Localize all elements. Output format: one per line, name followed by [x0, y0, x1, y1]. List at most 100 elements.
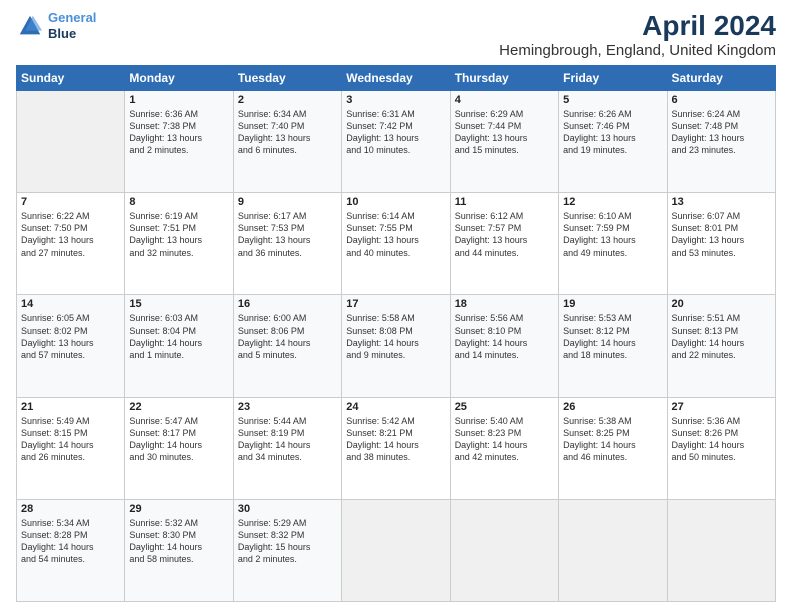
day-header-saturday: Saturday: [667, 66, 775, 91]
day-number: 14: [21, 298, 120, 310]
day-number: 10: [346, 196, 445, 208]
calendar-cell: 8 Sunrise: 6:19 AM Sunset: 7:51 PM Daylig…: [125, 193, 233, 295]
day-number: 20: [672, 298, 771, 310]
calendar-cell: 21 Sunrise: 5:49 AM Sunset: 8:15 PM Dayli…: [17, 397, 125, 499]
calendar-cell: 5 Sunrise: 6:26 AM Sunset: 7:46 PM Daylig…: [559, 91, 667, 193]
calendar-cell: 23 Sunrise: 5:44 AM Sunset: 8:19 PM Dayli…: [233, 397, 341, 499]
calendar-cell: 25Sunrise: 5:40 AM Sunset: 8:23 PM Dayli…: [450, 397, 558, 499]
calendar-cell: 12 Sunrise: 6:10 AM Sunset: 7:59 PM Dayli…: [559, 193, 667, 295]
day-number: 16: [238, 298, 337, 310]
calendar-cell: 19 Sunrise: 5:53 AM Sunset: 8:12 PM Dayli…: [559, 295, 667, 397]
cell-content: Sunrise: 6:12 AM Sunset: 7:57 PM Dayligh…: [455, 210, 554, 259]
day-number: 26: [563, 401, 662, 413]
day-number: 19: [563, 298, 662, 310]
cell-content: Sunrise: 5:40 AM Sunset: 8:23 PM Dayligh…: [455, 415, 554, 464]
day-header-wednesday: Wednesday: [342, 66, 450, 91]
calendar-cell: 28Sunrise: 5:34 AM Sunset: 8:28 PM Dayli…: [17, 499, 125, 601]
week-row-1: 1 Sunrise: 6:36 AM Sunset: 7:38 PM Daylig…: [17, 91, 776, 193]
calendar-cell: 4 Sunrise: 6:29 AM Sunset: 7:44 PM Daylig…: [450, 91, 558, 193]
calendar-cell: 15 Sunrise: 6:03 AM Sunset: 8:04 PM Dayli…: [125, 295, 233, 397]
day-number: 30: [238, 503, 337, 515]
day-number: 27: [672, 401, 771, 413]
cell-content: Sunrise: 5:32 AM Sunset: 8:30 PM Dayligh…: [129, 517, 228, 566]
day-number: 22: [129, 401, 228, 413]
main-title: April 2024: [499, 10, 776, 42]
day-number: 1: [129, 94, 228, 106]
header: General Blue April 2024 Hemingbrough, En…: [16, 10, 776, 59]
day-header-tuesday: Tuesday: [233, 66, 341, 91]
day-number: 7: [21, 196, 120, 208]
cell-content: Sunrise: 5:51 AM Sunset: 8:13 PM Dayligh…: [672, 312, 771, 361]
cell-content: Sunrise: 5:47 AM Sunset: 8:17 PM Dayligh…: [129, 415, 228, 464]
cell-content: Sunrise: 6:10 AM Sunset: 7:59 PM Dayligh…: [563, 210, 662, 259]
day-number: 23: [238, 401, 337, 413]
cell-content: Sunrise: 5:44 AM Sunset: 8:19 PM Dayligh…: [238, 415, 337, 464]
day-number: 3: [346, 94, 445, 106]
calendar-cell: 30 Sunrise: 5:29 AM Sunset: 8:32 PM Dayli…: [233, 499, 341, 601]
cell-content: Sunrise: 5:38 AM Sunset: 8:25 PM Dayligh…: [563, 415, 662, 464]
week-row-3: 14 Sunrise: 6:05 AM Sunset: 8:02 PM Dayli…: [17, 295, 776, 397]
cell-content: Sunrise: 6:24 AM Sunset: 7:48 PM Dayligh…: [672, 108, 771, 157]
cell-content: Sunrise: 5:36 AM Sunset: 8:26 PM Dayligh…: [672, 415, 771, 464]
day-number: 8: [129, 196, 228, 208]
subtitle: Hemingbrough, England, United Kingdom: [499, 42, 776, 59]
day-number: 9: [238, 196, 337, 208]
week-row-5: 28Sunrise: 5:34 AM Sunset: 8:28 PM Dayli…: [17, 499, 776, 601]
calendar-cell: 29 Sunrise: 5:32 AM Sunset: 8:30 PM Dayli…: [125, 499, 233, 601]
calendar-cell: 1 Sunrise: 6:36 AM Sunset: 7:38 PM Daylig…: [125, 91, 233, 193]
cell-content: Sunrise: 6:22 AM Sunset: 7:50 PM Dayligh…: [21, 210, 120, 259]
calendar-cell: [450, 499, 558, 601]
calendar-cell: [667, 499, 775, 601]
calendar-table: SundayMondayTuesdayWednesdayThursdayFrid…: [16, 65, 776, 602]
calendar-cell: 26 Sunrise: 5:38 AM Sunset: 8:25 PM Dayli…: [559, 397, 667, 499]
day-number: 4: [455, 94, 554, 106]
cell-content: Sunrise: 6:26 AM Sunset: 7:46 PM Dayligh…: [563, 108, 662, 157]
week-row-4: 21 Sunrise: 5:49 AM Sunset: 8:15 PM Dayli…: [17, 397, 776, 499]
calendar-cell: 17 Sunrise: 5:58 AM Sunset: 8:08 PM Dayli…: [342, 295, 450, 397]
day-header-monday: Monday: [125, 66, 233, 91]
title-block: April 2024 Hemingbrough, England, United…: [499, 10, 776, 59]
day-number: 15: [129, 298, 228, 310]
day-number: 13: [672, 196, 771, 208]
calendar-cell: 3 Sunrise: 6:31 AM Sunset: 7:42 PM Daylig…: [342, 91, 450, 193]
day-number: 18: [455, 298, 554, 310]
cell-content: Sunrise: 6:19 AM Sunset: 7:51 PM Dayligh…: [129, 210, 228, 259]
day-number: 12: [563, 196, 662, 208]
cell-content: Sunrise: 6:17 AM Sunset: 7:53 PM Dayligh…: [238, 210, 337, 259]
day-number: 28: [21, 503, 120, 515]
day-number: 24: [346, 401, 445, 413]
day-number: 21: [21, 401, 120, 413]
cell-content: Sunrise: 6:34 AM Sunset: 7:40 PM Dayligh…: [238, 108, 337, 157]
calendar-cell: [17, 91, 125, 193]
calendar-cell: 7 Sunrise: 6:22 AM Sunset: 7:50 PM Daylig…: [17, 193, 125, 295]
cell-content: Sunrise: 6:03 AM Sunset: 8:04 PM Dayligh…: [129, 312, 228, 361]
logo-icon: [16, 12, 44, 40]
header-row: SundayMondayTuesdayWednesdayThursdayFrid…: [17, 66, 776, 91]
day-number: 5: [563, 94, 662, 106]
day-number: 17: [346, 298, 445, 310]
calendar-cell: 24Sunrise: 5:42 AM Sunset: 8:21 PM Dayli…: [342, 397, 450, 499]
cell-content: Sunrise: 6:31 AM Sunset: 7:42 PM Dayligh…: [346, 108, 445, 157]
cell-content: Sunrise: 5:29 AM Sunset: 8:32 PM Dayligh…: [238, 517, 337, 566]
day-header-sunday: Sunday: [17, 66, 125, 91]
calendar-cell: 10 Sunrise: 6:14 AM Sunset: 7:55 PM Dayli…: [342, 193, 450, 295]
cell-content: Sunrise: 5:58 AM Sunset: 8:08 PM Dayligh…: [346, 312, 445, 361]
cell-content: Sunrise: 5:56 AM Sunset: 8:10 PM Dayligh…: [455, 312, 554, 361]
calendar-cell: 9 Sunrise: 6:17 AM Sunset: 7:53 PM Daylig…: [233, 193, 341, 295]
cell-content: Sunrise: 5:53 AM Sunset: 8:12 PM Dayligh…: [563, 312, 662, 361]
page: General Blue April 2024 Hemingbrough, En…: [0, 0, 792, 612]
day-number: 11: [455, 196, 554, 208]
calendar-cell: [342, 499, 450, 601]
calendar-cell: 20 Sunrise: 5:51 AM Sunset: 8:13 PM Dayli…: [667, 295, 775, 397]
cell-content: Sunrise: 6:05 AM Sunset: 8:02 PM Dayligh…: [21, 312, 120, 361]
calendar-cell: 27 Sunrise: 5:36 AM Sunset: 8:26 PM Dayli…: [667, 397, 775, 499]
cell-content: Sunrise: 6:36 AM Sunset: 7:38 PM Dayligh…: [129, 108, 228, 157]
day-number: 29: [129, 503, 228, 515]
cell-content: Sunrise: 6:00 AM Sunset: 8:06 PM Dayligh…: [238, 312, 337, 361]
cell-content: Sunrise: 6:14 AM Sunset: 7:55 PM Dayligh…: [346, 210, 445, 259]
day-header-friday: Friday: [559, 66, 667, 91]
cell-content: Sunrise: 5:49 AM Sunset: 8:15 PM Dayligh…: [21, 415, 120, 464]
calendar-cell: 2Sunrise: 6:34 AM Sunset: 7:40 PM Daylig…: [233, 91, 341, 193]
day-header-thursday: Thursday: [450, 66, 558, 91]
cell-content: Sunrise: 6:29 AM Sunset: 7:44 PM Dayligh…: [455, 108, 554, 157]
